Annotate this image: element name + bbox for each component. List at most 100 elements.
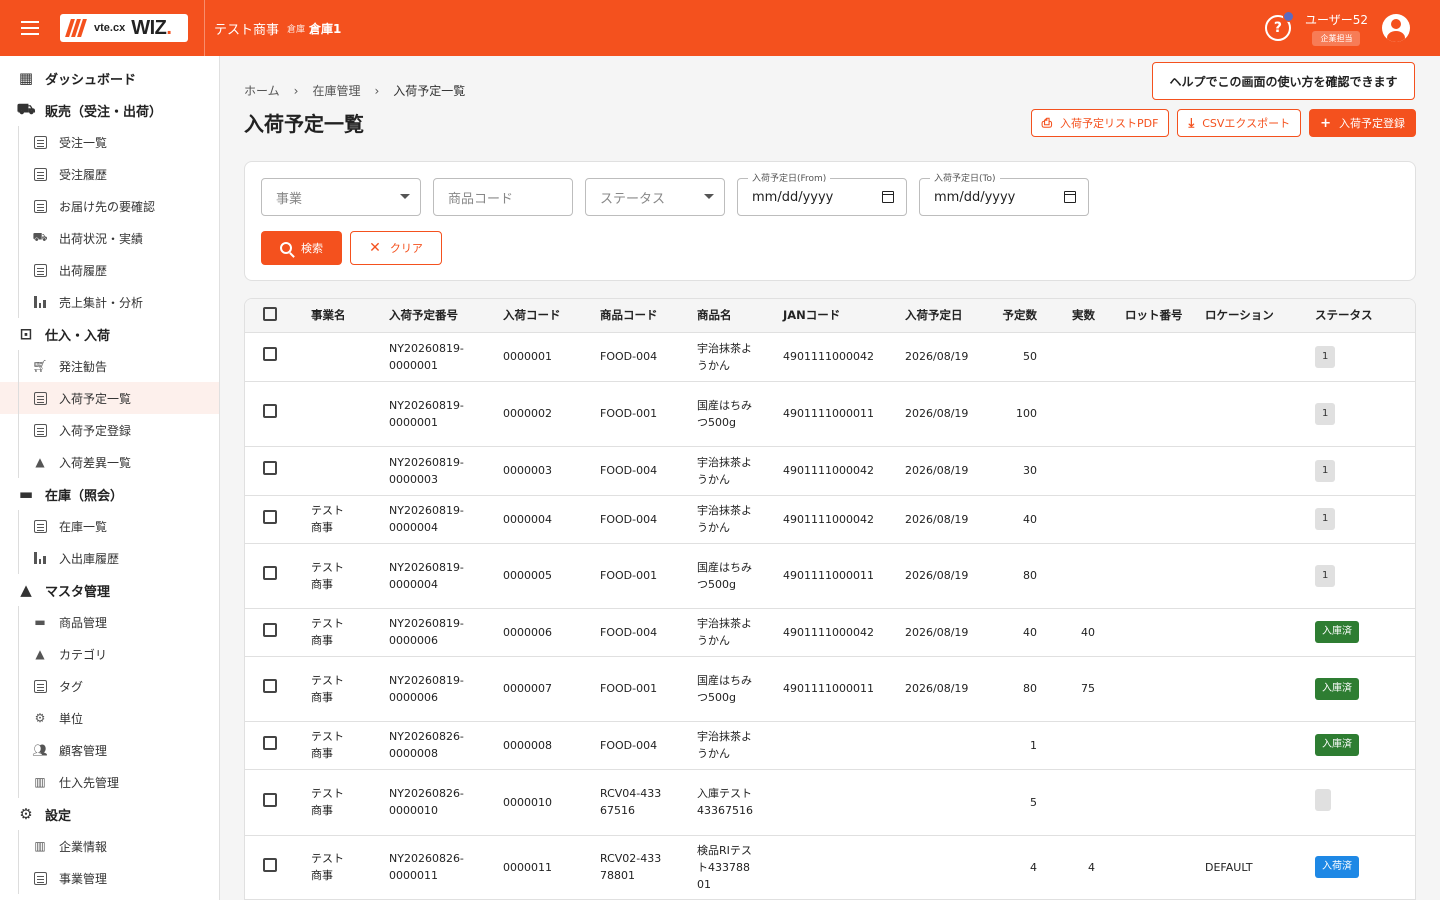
column-header[interactable]: 事業名 [307, 299, 385, 333]
column-header[interactable]: ステータス [1303, 299, 1415, 333]
cell-product-name-text: 国産はちみつ500g [697, 560, 752, 591]
cell-product-code-text: FOOD-004 [600, 350, 658, 363]
breadcrumb-stock[interactable]: 在庫管理 [312, 82, 360, 99]
pdf-button[interactable]: ⎙ 入荷予定リストPDF [1030, 109, 1170, 137]
row-checkbox[interactable] [263, 679, 277, 693]
cell-actual-qty [1041, 543, 1099, 609]
sidebar-item-stock-list[interactable]: 在庫一覧 [0, 510, 219, 542]
table-row[interactable]: NY20260819-0000001 0000002 FOOD-001 国産はちみつ5… [245, 381, 1415, 447]
column-header[interactable]: 入荷コード [499, 299, 596, 333]
table-row[interactable]: NY20260819-0000001 0000001 FOOD-004 宇治抹茶ようか… [245, 332, 1415, 382]
cell-product-name: 宇治抹茶ようかん [693, 495, 779, 544]
row-checkbox[interactable] [263, 792, 277, 807]
date-to-input[interactable]: 入荷予定日(To) mm/dd/yyyy [919, 171, 1089, 216]
sidebar-item-business-manage[interactable]: 事業管理 [0, 862, 219, 894]
sidebar-item-label: 企業情報 [59, 839, 108, 854]
date-from-input[interactable]: 入荷予定日(From) mm/dd/yyyy [737, 171, 907, 216]
sidebar-item-units[interactable]: ⚙ 単位 [0, 702, 219, 734]
column-header[interactable]: 商品コード [596, 299, 693, 333]
sidebar-item-shipping-history[interactable]: 出荷履歴 [0, 254, 219, 286]
sidebar-group-stock[interactable]: ▬ 在庫（照会） [0, 478, 219, 510]
status-select-placeholder: ステータス [600, 191, 666, 207]
cell-product-code-text: FOOD-004 [600, 738, 658, 752]
account-icon[interactable] [1382, 14, 1410, 42]
menu-icon[interactable] [0, 0, 60, 56]
table-row[interactable]: NY20260819-0000003 0000003 FOOD-004 宇治抹茶ようか… [245, 446, 1415, 496]
cell-jan: 4901111000011 [779, 543, 901, 609]
user-info[interactable]: ユーザー52 企業担当 [1305, 11, 1368, 46]
cell-actual-qty [1041, 446, 1099, 496]
cell-product-code-text: FOOD-001 [600, 407, 658, 420]
warehouse-name[interactable]: 倉庫1 [309, 20, 341, 37]
row-checkbox[interactable] [263, 735, 277, 750]
filter-panel: 事業 商品コード ステータス 入荷予定日(From) mm/dd/yyyy 入荷… [244, 161, 1416, 281]
sidebar-item-customers[interactable]: 👥︎ 顧客管理 [0, 734, 219, 766]
sidebar-item-dashboard[interactable]: ▦ ダッシュボード [0, 62, 219, 94]
table-row[interactable]: テスト商事 NY20260819-0000006 0000007 FOOD-001 国産… [245, 656, 1415, 722]
row-checkbox[interactable] [263, 509, 277, 524]
table-row[interactable]: テスト商事 NY20260819-0000006 0000006 FOOD-004 宇治… [245, 608, 1415, 657]
table-row[interactable]: テスト商事 NY20260826-0000010 0000010 RCV04-4336… [245, 769, 1415, 836]
cell-location [1195, 608, 1303, 657]
cell-jan [779, 721, 901, 770]
status-badge: 入庫済 [1315, 734, 1359, 756]
select-all-checkbox[interactable] [263, 306, 277, 321]
column-header[interactable]: JANコード [779, 299, 901, 333]
sidebar-group-sales[interactable]: ⛟ 販売（受注・出荷） [0, 94, 219, 126]
sidebar-group-purchase[interactable]: ⊡ 仕入・入荷 [0, 318, 219, 350]
row-checkbox[interactable] [263, 347, 277, 361]
sidebar-item-sales-analysis[interactable]: 売上集計・分析 [0, 286, 219, 318]
register-button[interactable]: + 入荷予定登録 [1309, 109, 1416, 137]
csv-export-button[interactable]: ⤓ CSVエクスポート [1177, 109, 1302, 137]
row-checkbox[interactable] [263, 566, 277, 580]
row-checkbox[interactable] [263, 622, 277, 637]
list-icon [33, 263, 47, 277]
clear-button[interactable]: ✕ クリア [350, 231, 442, 265]
cell-jan [779, 769, 901, 836]
calendar-icon[interactable] [882, 191, 894, 203]
help-icon[interactable]: ? [1264, 11, 1294, 41]
table-row[interactable]: テスト商事 NY20260819-0000004 0000005 FOOD-001 国産… [245, 543, 1415, 609]
sidebar-item-products[interactable]: ▬ 商品管理 [0, 606, 219, 638]
column-header[interactable]: 商品名 [693, 299, 779, 333]
search-button[interactable]: 検索 [261, 231, 342, 265]
sidebar-item-orders[interactable]: 受注一覧 [0, 126, 219, 158]
sidebar-item-order-history[interactable]: 受注履歴 [0, 158, 219, 190]
sidebar-item-shipping-status[interactable]: ⛟ 出荷状況・実績 [0, 222, 219, 254]
sidebar-group-master[interactable]: ▲ マスタ管理 [0, 574, 219, 606]
sidebar-item-delivery-check[interactable]: お届け先の要確認 [0, 190, 219, 222]
sidebar-item-categories[interactable]: ▲ カテゴリ [0, 638, 219, 670]
column-header[interactable]: 実数 [1041, 299, 1099, 333]
column-header[interactable]: 予定数 [991, 299, 1041, 333]
row-checkbox[interactable] [263, 461, 277, 475]
status-select[interactable]: ステータス [585, 178, 725, 216]
sidebar-item-suppliers[interactable]: ▥ 仕入先管理 [0, 766, 219, 798]
sidebar-item-label: 出荷状況・実績 [59, 231, 144, 246]
sidebar-item-stock-history[interactable]: 入出庫履歴 [0, 542, 219, 574]
sidebar-group-settings[interactable]: ⚙ 設定 [0, 798, 219, 830]
sidebar-item-arrival-diff[interactable]: ▲ 入荷差異一覧 [0, 446, 219, 478]
column-header[interactable]: ロケーション [1195, 299, 1303, 333]
cell-location: DEFAULT [1195, 835, 1303, 900]
business-select[interactable]: 事業 [261, 178, 421, 216]
table-row[interactable]: テスト商事 NY20260819-0000004 0000004 FOOD-004 宇治… [245, 495, 1415, 544]
sidebar-item-arrival-register[interactable]: 入荷予定登録 [0, 414, 219, 446]
breadcrumb-home[interactable]: ホーム [244, 82, 280, 99]
product-code-input[interactable]: 商品コード [433, 178, 573, 216]
sidebar-item-tags[interactable]: タグ [0, 670, 219, 702]
column-header[interactable]: 入荷予定番号 [385, 299, 499, 333]
calendar-icon[interactable] [1064, 191, 1076, 203]
sidebar-item-label: 単位 [59, 711, 84, 726]
row-checkbox[interactable] [263, 404, 277, 418]
cell-business: テスト商事 [307, 495, 385, 544]
sidebar-item-arrival-plans[interactable]: 入荷予定一覧 [0, 382, 219, 414]
row-checkbox[interactable] [263, 857, 277, 872]
sidebar-item-company-info[interactable]: ▥ 企業情報 [0, 830, 219, 862]
table-row[interactable]: テスト商事 NY20260826-0000011 0000011 RCV02-4337… [245, 835, 1415, 900]
column-header[interactable]: ロット番号 [1099, 299, 1195, 333]
column-header[interactable]: 入荷予定日 [901, 299, 991, 333]
app-logo[interactable]: vte.cx WIZ. [60, 14, 188, 42]
cell-plan-no: NY20260819-0000006 [385, 608, 499, 657]
table-row[interactable]: テスト商事 NY20260826-0000008 0000008 FOOD-004 宇治… [245, 721, 1415, 770]
sidebar-item-order-advice[interactable]: 🛒︎ 発注勧告 [0, 350, 219, 382]
